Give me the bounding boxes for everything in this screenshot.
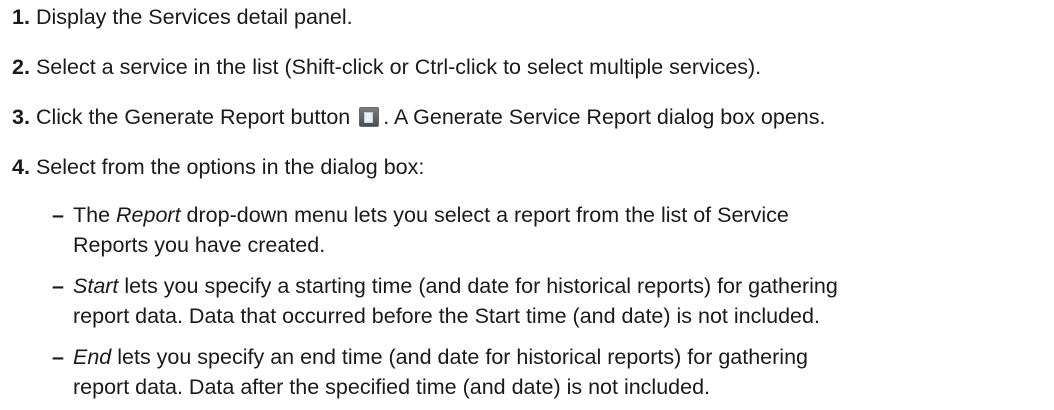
option-end: – End lets you specify an end time (and …	[52, 342, 1047, 402]
dash-bullet: –	[52, 345, 64, 369]
option-line-2: report data. Data after the specified ti…	[73, 375, 711, 399]
step-text: Select a service in the list (Shift-clic…	[35, 55, 762, 79]
dash-bullet: –	[52, 203, 64, 227]
step-number: 1.	[12, 5, 30, 29]
option-start: – Start lets you specify a starting time…	[52, 271, 1047, 331]
option-term: End	[73, 345, 112, 369]
step-4: 4. Select from the options in the dialog …	[12, 153, 424, 181]
dash-bullet: –	[52, 274, 64, 298]
step-number: 4.	[12, 155, 30, 179]
step-text: Click the Generate Report button	[35, 105, 351, 129]
option-text: The Report drop-down menu lets you selec…	[73, 200, 1047, 260]
option-line-1: The Report drop-down menu lets you selec…	[73, 200, 1047, 230]
option-term: Start	[73, 274, 119, 298]
option-line-2: Reports you have created.	[73, 233, 326, 257]
option-line-1: End lets you specify an end time (and da…	[73, 342, 1047, 372]
step-1: 1. Display the Services detail panel.	[12, 3, 353, 31]
option-description: lets you specify an end time (and date f…	[111, 345, 808, 369]
step-text: Display the Services detail panel.	[35, 5, 353, 29]
option-description: drop-down menu lets you select a report …	[180, 203, 789, 227]
option-term: Report	[116, 203, 181, 227]
step-3: 3. Click the Generate Report button . A Ge…	[12, 103, 825, 131]
step-2: 2. Select a service in the list (Shift-cl…	[12, 53, 761, 81]
step-number: 2.	[12, 55, 30, 79]
step-text: Select from the options in the dialog bo…	[35, 155, 425, 179]
step-number: 3.	[12, 105, 30, 129]
generate-report-icon	[359, 107, 380, 127]
option-prefix: The	[73, 203, 117, 227]
option-description: lets you specify a starting time (and da…	[118, 274, 838, 298]
option-text: End lets you specify an end time (and da…	[73, 342, 1047, 402]
option-line-1: Start lets you specify a starting time (…	[73, 271, 1047, 301]
option-line-2: report data. Data that occurred before t…	[73, 304, 820, 328]
option-report: – The Report drop-down menu lets you sel…	[52, 200, 1047, 260]
step-text-continued: . A Generate Service Report dialog box o…	[383, 105, 826, 129]
option-text: Start lets you specify a starting time (…	[73, 271, 1047, 331]
